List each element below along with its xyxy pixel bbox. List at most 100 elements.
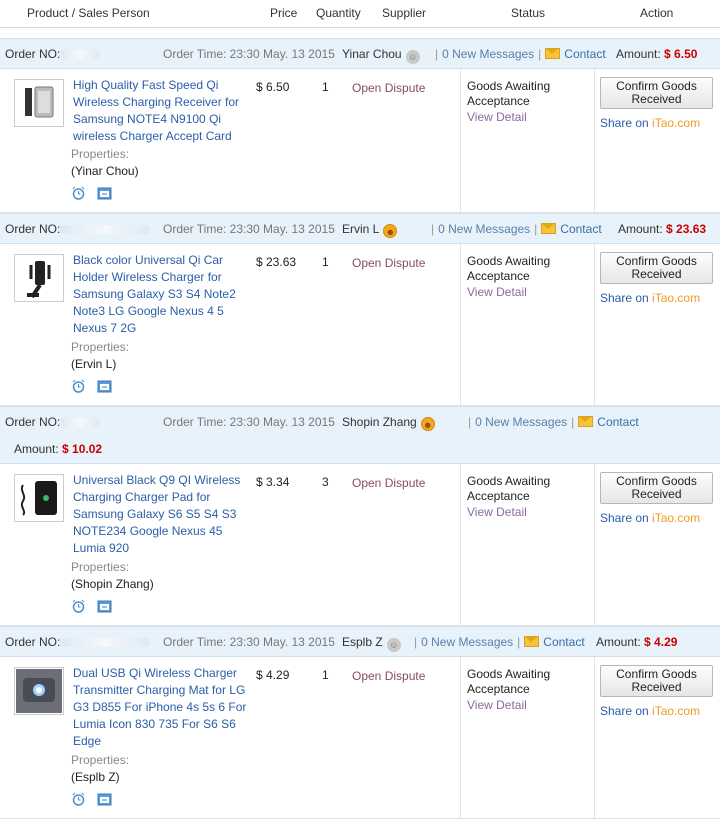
view-detail-link[interactable]: View Detail	[467, 110, 592, 125]
calendar-refresh-icon[interactable]	[97, 186, 112, 200]
new-messages-link[interactable]: 0 New Messages	[438, 222, 530, 236]
envelope-icon	[541, 223, 557, 234]
seller-name[interactable]: Esplb Z ☺	[342, 635, 401, 652]
product-title-link[interactable]: Universal Black Q9 QI Wireless Charging …	[73, 472, 248, 557]
contact-link[interactable]: Contact	[564, 47, 605, 61]
new-messages-link[interactable]: 0 New Messages	[421, 635, 513, 649]
properties-label: Properties:	[71, 753, 130, 767]
sales-person: (Ervin L)	[71, 357, 117, 371]
share-on-itao-link[interactable]: Share on iTao.com	[600, 704, 700, 718]
properties-label: Properties:	[71, 147, 130, 161]
order-item-row: Universal Black Q9 QI Wireless Charging …	[0, 464, 720, 626]
item-quantity: 1	[322, 668, 329, 682]
seller-name[interactable]: Yinar Chou ☺	[342, 47, 420, 64]
alarm-clock-icon[interactable]	[71, 792, 86, 806]
order-number: Order NO:	[5, 222, 151, 236]
order-bar: Order NO: Order Time: 23:30 May. 13 2015…	[0, 213, 720, 244]
envelope-icon	[578, 416, 594, 427]
col-product: Product / Sales Person	[27, 6, 150, 20]
online-chat-icon[interactable]: ☻	[420, 417, 435, 431]
seller-name[interactable]: Shopin Zhang ☻	[342, 415, 435, 431]
view-detail-link[interactable]: View Detail	[467, 285, 592, 300]
confirm-goods-received-button[interactable]: Confirm Goods Received	[600, 252, 713, 284]
product-title-link[interactable]: High Quality Fast Speed Qi Wireless Char…	[73, 77, 248, 145]
properties-label: Properties:	[71, 560, 130, 574]
offline-chat-icon[interactable]: ☺	[386, 638, 401, 652]
calendar-refresh-icon[interactable]	[97, 792, 112, 806]
item-price: $ 3.34	[256, 475, 290, 489]
envelope-icon	[524, 636, 540, 647]
order-item-row: Black color Universal Qi Car Holder Wire…	[0, 244, 720, 406]
confirm-goods-received-button[interactable]: Confirm Goods Received	[600, 472, 713, 504]
item-quantity: 1	[322, 255, 329, 269]
new-messages-link[interactable]: 0 New Messages	[442, 47, 534, 61]
order-status: Goods Awaiting Acceptance View Detail	[467, 667, 592, 713]
item-quantity: 3	[322, 475, 329, 489]
order-amount: Amount: $ 10.02	[14, 442, 103, 456]
order-time: Order Time: 23:30 May. 13 2015	[163, 415, 335, 429]
product-thumbnail[interactable]	[14, 474, 64, 522]
share-on-itao-link[interactable]: Share on iTao.com	[600, 511, 700, 525]
sales-person: (Yinar Chou)	[71, 164, 139, 178]
order-bar: Order NO: Order Time: 23:30 May. 13 2015…	[0, 406, 720, 464]
product-thumbnail[interactable]	[14, 667, 64, 715]
order-status: Goods Awaiting Acceptance View Detail	[467, 474, 592, 520]
open-dispute-link[interactable]: Open Dispute	[352, 476, 425, 490]
open-dispute-link[interactable]: Open Dispute	[352, 256, 425, 270]
properties-label: Properties:	[71, 340, 130, 354]
product-thumbnail[interactable]	[14, 254, 64, 302]
sales-person: (Shopin Zhang)	[71, 577, 154, 591]
share-on-itao-link[interactable]: Share on iTao.com	[600, 291, 700, 305]
status-text: Goods Awaiting Acceptance	[467, 474, 551, 503]
open-dispute-link[interactable]: Open Dispute	[352, 81, 425, 95]
order-time: Order Time: 23:30 May. 13 2015	[163, 222, 335, 236]
alarm-clock-icon[interactable]	[71, 379, 86, 393]
envelope-icon	[545, 48, 561, 59]
view-detail-link[interactable]: View Detail	[467, 505, 592, 520]
alarm-clock-icon[interactable]	[71, 599, 86, 613]
order-time: Order Time: 23:30 May. 13 2015	[163, 635, 335, 649]
order-status: Goods Awaiting Acceptance View Detail	[467, 254, 592, 300]
order-links: | 0 New Messages | Contact	[468, 415, 639, 429]
order-time: Order Time: 23:30 May. 13 2015	[163, 47, 335, 61]
product-title-link[interactable]: Black color Universal Qi Car Holder Wire…	[73, 252, 248, 337]
status-text: Goods Awaiting Acceptance	[467, 79, 551, 108]
order-number: Order NO:	[5, 415, 101, 429]
offline-chat-icon[interactable]: ☺	[405, 50, 420, 64]
col-status: Status	[511, 6, 546, 20]
product-title-link[interactable]: Dual USB Qi Wireless Charger Transmitter…	[73, 665, 248, 750]
col-action: Action	[640, 6, 674, 20]
sales-person: (Esplb Z)	[71, 770, 120, 784]
order-number: Order NO:	[5, 47, 101, 61]
confirm-goods-received-button[interactable]: Confirm Goods Received	[600, 665, 713, 697]
contact-link[interactable]: Contact	[560, 222, 601, 236]
order-bar: Order NO: Order Time: 23:30 May. 13 2015…	[0, 38, 720, 69]
col-price: Price	[270, 6, 298, 20]
order-item-row: High Quality Fast Speed Qi Wireless Char…	[0, 69, 720, 213]
col-supplier: Supplier	[382, 6, 427, 20]
contact-link[interactable]: Contact	[597, 415, 638, 429]
share-on-itao-link[interactable]: Share on iTao.com	[600, 116, 700, 130]
online-chat-icon[interactable]: ☻	[383, 224, 398, 238]
status-text: Goods Awaiting Acceptance	[467, 254, 551, 283]
order-number: Order NO:	[5, 635, 151, 649]
item-price: $ 23.63	[256, 255, 297, 269]
confirm-goods-received-button[interactable]: Confirm Goods Received	[600, 77, 713, 109]
calendar-refresh-icon[interactable]	[97, 599, 112, 613]
contact-link[interactable]: Contact	[543, 635, 584, 649]
alarm-clock-icon[interactable]	[71, 186, 86, 200]
order-bar: Order NO: Order Time: 23:30 May. 13 2015…	[0, 626, 720, 657]
item-quantity: 1	[322, 80, 329, 94]
calendar-refresh-icon[interactable]	[97, 379, 112, 393]
new-messages-link[interactable]: 0 New Messages	[475, 415, 567, 429]
order-status: Goods Awaiting Acceptance View Detail	[467, 79, 592, 125]
order-amount: Amount: $ 4.29	[596, 635, 678, 649]
view-detail-link[interactable]: View Detail	[467, 698, 592, 713]
seller-name[interactable]: Ervin L ☻	[342, 222, 398, 238]
order-amount: Amount: $ 6.50	[616, 47, 698, 61]
product-thumbnail[interactable]	[14, 79, 64, 127]
table-header: Product / Sales Person Price Quantity Su…	[0, 0, 720, 28]
open-dispute-link[interactable]: Open Dispute	[352, 669, 425, 683]
item-price: $ 4.29	[256, 668, 290, 682]
col-quantity: Quantity	[316, 6, 361, 20]
